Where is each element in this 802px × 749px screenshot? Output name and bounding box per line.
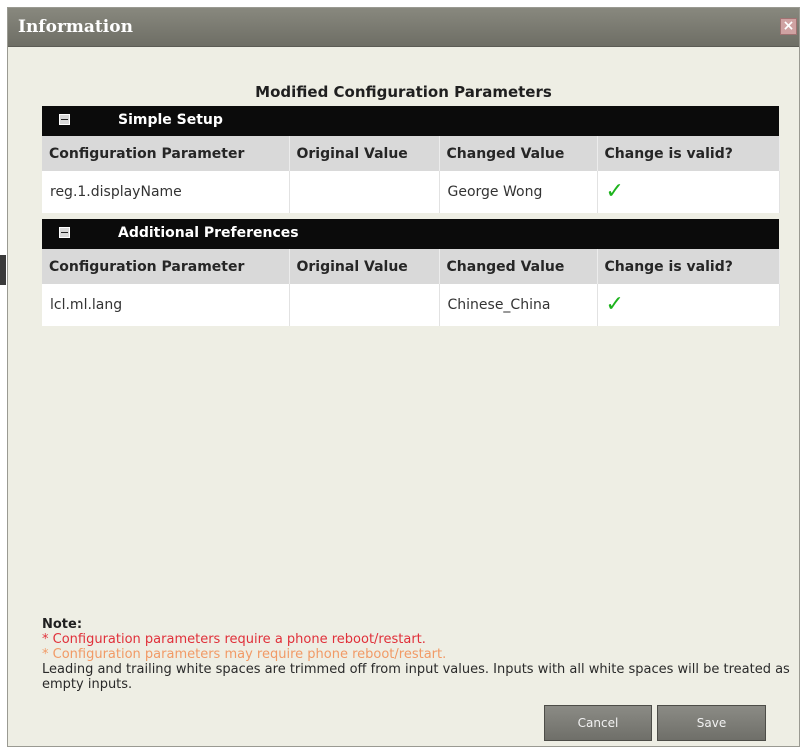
cell-original-value	[289, 284, 440, 326]
table-header-row: Configuration Parameter Original Value C…	[42, 136, 780, 171]
table-row: reg.1.displayName George Wong ✓	[42, 171, 780, 213]
parameters-table: Configuration Parameter Original Value C…	[42, 136, 780, 213]
cell-original-value	[289, 171, 440, 213]
note-reboot-may-be-required: * Configuration parameters may require p…	[42, 647, 447, 662]
column-header-original-value: Original Value	[289, 249, 440, 284]
parameters-table: Configuration Parameter Original Value C…	[42, 249, 780, 326]
column-header-parameter: Configuration Parameter	[42, 136, 290, 171]
column-header-change-valid: Change is valid?	[597, 249, 780, 284]
section-title: Additional Preferences	[118, 225, 299, 241]
collapse-toggle-icon[interactable]	[59, 227, 70, 238]
checkmark-icon: ✓	[605, 179, 624, 204]
cancel-button[interactable]: Cancel	[544, 705, 652, 741]
table-header-row: Configuration Parameter Original Value C…	[42, 249, 780, 284]
cell-changed-value: George Wong	[439, 171, 598, 213]
background-window-edge	[0, 255, 6, 285]
section-title: Simple Setup	[118, 112, 223, 128]
close-icon[interactable]: ×	[780, 18, 797, 35]
dialog-titlebar[interactable]: Information ×	[8, 8, 799, 47]
information-dialog: Information × Modified Configuration Par…	[7, 7, 800, 747]
cell-parameter: lcl.ml.lang	[42, 284, 290, 326]
cell-parameter: reg.1.displayName	[42, 171, 290, 213]
save-button[interactable]: Save	[657, 705, 766, 741]
section-additional-preferences: Additional Preferences Configuration Par…	[42, 219, 780, 326]
section-header-additional-preferences[interactable]: Additional Preferences	[42, 219, 779, 249]
column-header-parameter: Configuration Parameter	[42, 249, 290, 284]
section-simple-setup: Simple Setup Configuration Parameter Ori…	[42, 106, 780, 213]
column-header-changed-value: Changed Value	[439, 249, 598, 284]
cell-changed-value: Chinese_China	[439, 284, 598, 326]
note-whitespace: Leading and trailing white spaces are tr…	[42, 662, 790, 692]
note-block: Note: * Configuration parameters require…	[42, 617, 792, 692]
table-row: lcl.ml.lang Chinese_China ✓	[42, 284, 780, 326]
dialog-title: Information	[18, 17, 133, 37]
note-title: Note:	[42, 617, 83, 632]
column-header-change-valid: Change is valid?	[597, 136, 780, 171]
collapse-toggle-icon[interactable]	[59, 114, 70, 125]
column-header-changed-value: Changed Value	[439, 136, 598, 171]
cell-change-valid: ✓	[597, 171, 780, 213]
note-reboot-required: * Configuration parameters require a pho…	[42, 632, 426, 647]
column-header-original-value: Original Value	[289, 136, 440, 171]
cell-change-valid: ✓	[597, 284, 780, 326]
checkmark-icon: ✓	[605, 292, 624, 317]
section-header-simple-setup[interactable]: Simple Setup	[42, 106, 779, 136]
page-title: Modified Configuration Parameters	[255, 83, 552, 101]
